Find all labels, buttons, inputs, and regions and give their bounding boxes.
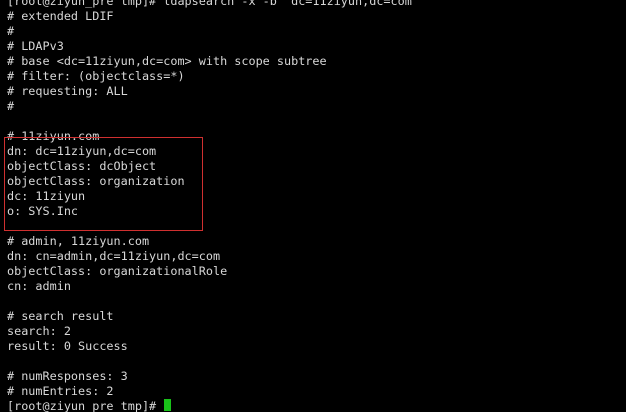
block-cursor-icon <box>164 399 172 411</box>
terminal-output: [root@ziyun_pre tmp]# ldapsearch -x -b '… <box>7 0 419 412</box>
terminal-line: search: 2 <box>7 324 71 338</box>
terminal-window[interactable]: [root@ziyun_pre tmp]# ldapsearch -x -b '… <box>0 0 626 412</box>
terminal-line: # base <dc=11ziyun,dc=com> with scope su… <box>7 54 327 68</box>
ldif-entry-attribute: o: SYS.Inc <box>7 204 79 218</box>
ldif-entry-dn: dn: dc=11ziyun,dc=com <box>7 144 157 158</box>
ldif-entry-attribute: objectClass: organization <box>7 174 185 188</box>
ldif-entry-dn: dn: cn=admin,dc=11ziyun,dc=com <box>7 249 221 263</box>
terminal-line-command: [root@ziyun_pre tmp]# ldapsearch -x -b '… <box>7 0 419 8</box>
terminal-line: # search result <box>7 309 114 323</box>
terminal-prompt: [root@ziyun_pre tmp]# <box>7 399 164 412</box>
terminal-line: # <box>7 99 15 113</box>
terminal-line: # numResponses: 3 <box>7 369 128 383</box>
ldif-entry-attribute: objectClass: dcObject <box>7 159 157 173</box>
ldif-entry-comment: # admin, 11ziyun.com <box>7 234 150 248</box>
terminal-line: # filter: (objectclass=*) <box>7 69 185 83</box>
terminal-line: # LDAPv3 <box>7 39 64 53</box>
ldif-entry-attribute: cn: admin <box>7 279 71 293</box>
ldif-entry-attribute: dc: 11ziyun <box>7 189 86 203</box>
terminal-line: # <box>7 24 15 38</box>
ldif-entry-attribute: objectClass: organizationalRole <box>7 264 228 278</box>
terminal-line: # extended LDIF <box>7 9 114 23</box>
terminal-line: # numEntries: 2 <box>7 384 114 398</box>
terminal-prompt-line[interactable]: [root@ziyun_pre tmp]# <box>7 399 419 412</box>
terminal-line: # requesting: ALL <box>7 84 128 98</box>
terminal-line: result: 0 Success <box>7 339 128 353</box>
ldif-entry-comment: # 11ziyun.com <box>7 129 100 143</box>
